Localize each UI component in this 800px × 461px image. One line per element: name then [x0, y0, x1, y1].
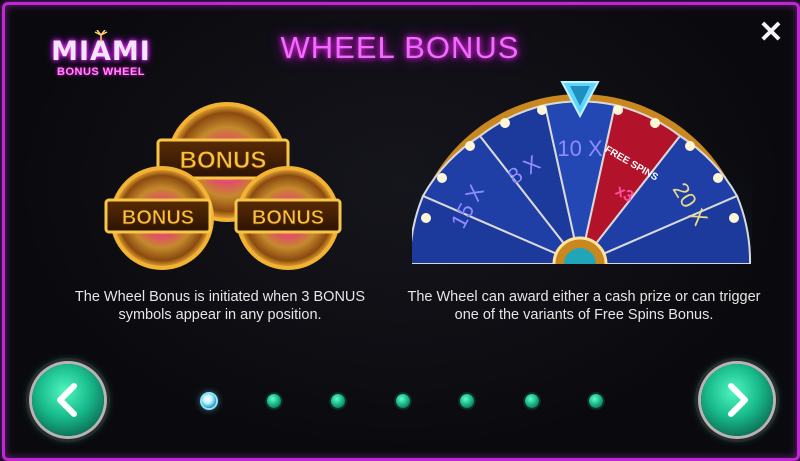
logo-subtitle: BONUS WHEEL: [57, 66, 145, 78]
close-icon[interactable]: ✕: [758, 18, 784, 48]
page-dot-3[interactable]: [331, 394, 345, 408]
bonus-symbol-right: BONUS: [234, 166, 342, 270]
page-dot-7[interactable]: [589, 394, 603, 408]
bonus-wheel-illustration: 15 X 8 X 10 X FREE SPINS x3 20 X: [412, 78, 752, 264]
next-page-button[interactable]: [701, 364, 773, 436]
page-dot-4[interactable]: [395, 394, 410, 408]
chevron-right-icon: [728, 383, 748, 417]
wheel-bonus-description: The Wheel Bonus is initiated when 3 BONU…: [74, 289, 366, 323]
wheel-award-description: The Wheel can award either a cash prize …: [407, 289, 761, 323]
wheel-label-10x: 10 X: [557, 136, 603, 161]
bonus-symbols-illustration: BONUS BONUS BONUS: [104, 102, 342, 270]
page-dot-5[interactable]: [460, 394, 474, 408]
chevron-left-icon: [57, 383, 77, 417]
page-dot-6[interactable]: [524, 394, 539, 408]
bonus-label-top: BONUS: [180, 147, 267, 174]
bonus-symbol-left: BONUS: [104, 166, 214, 270]
bonus-label-right: BONUS: [252, 207, 324, 229]
page-dot-2[interactable]: [266, 394, 281, 408]
page-dot-1[interactable]: [202, 394, 216, 408]
page-title: WHEEL BONUS: [280, 30, 520, 65]
bonus-label-left: BONUS: [122, 207, 194, 229]
previous-page-button[interactable]: [32, 364, 104, 436]
